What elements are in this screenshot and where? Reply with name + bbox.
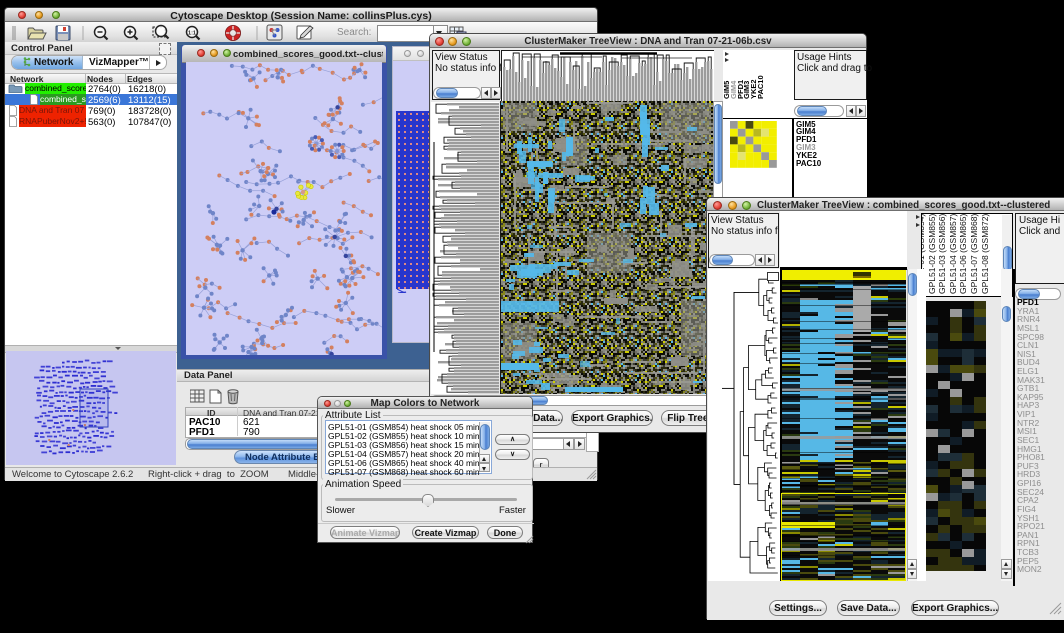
svg-text:1:1: 1:1 — [188, 31, 196, 37]
